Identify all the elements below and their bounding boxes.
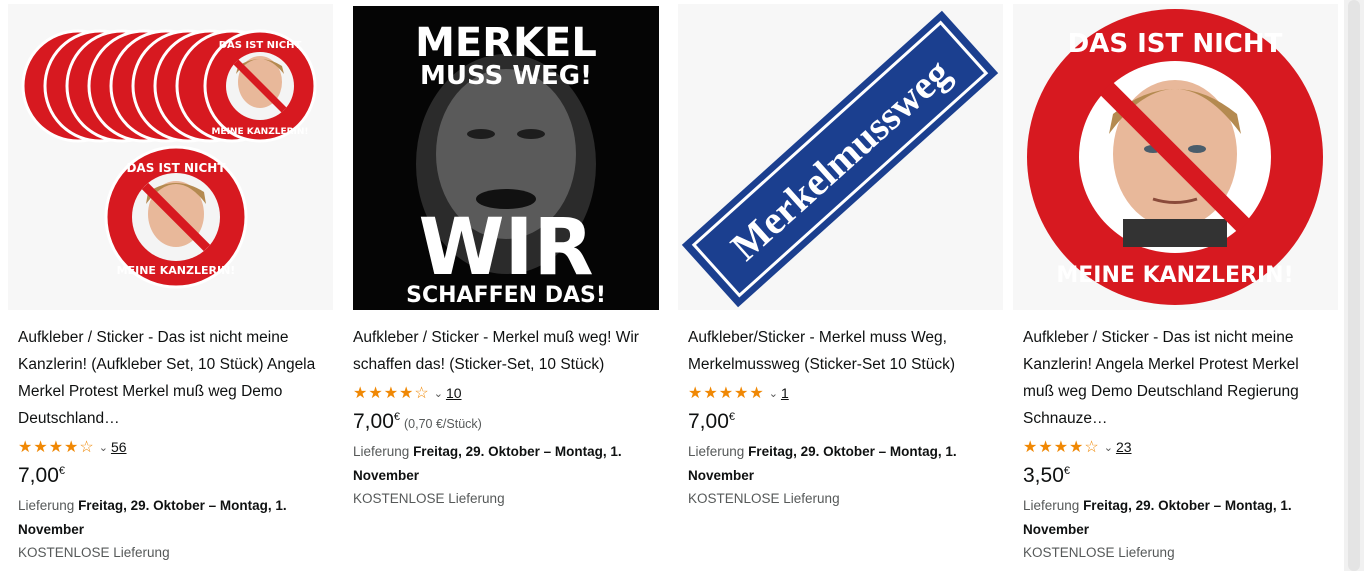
rating-row: ★★★★★ ⌄ 1 <box>688 380 993 406</box>
rating-row: ★★★★☆ ⌄ 10 <box>353 380 658 406</box>
delivery-label: Lieferung <box>1023 498 1080 513</box>
product-title-link[interactable]: Aufkleber / Sticker - Das ist nicht mein… <box>1023 324 1328 432</box>
product-card[interactable]: DAS IST NICHT MEINE KANZLERIN! DAS IST N… <box>8 4 333 571</box>
product-title-link[interactable]: Aufkleber / Sticker - Das ist nicht mein… <box>18 324 323 432</box>
star-rating-icon[interactable]: ★★★★☆ <box>353 383 430 403</box>
product-image[interactable]: DAS IST NICHT MEINE KANZLERIN! <box>1013 4 1338 310</box>
product-grid: DAS IST NICHT MEINE KANZLERIN! DAS IST N… <box>8 4 1338 571</box>
price: 3,50€ <box>1023 464 1070 488</box>
delivery-info: Lieferung Freitag, 29. Oktober – Montag,… <box>688 440 993 488</box>
rating-row: ★★★★☆ ⌄ 23 <box>1023 434 1328 460</box>
price-currency: € <box>58 465 65 477</box>
poster-line-1: MERKEL <box>415 20 597 66</box>
stacked-stickers: DAS IST NICHT MEINE KANZLERIN! <box>21 29 317 143</box>
poster-line-4: SCHAFFEN DAS! <box>406 283 606 308</box>
product-card[interactable]: DAS IST NICHT MEINE KANZLERIN! Aufkleber… <box>1013 4 1338 571</box>
price-value: 7,00 <box>353 410 394 433</box>
shipping-info: KOSTENLOSE Lieferung <box>1023 545 1175 560</box>
delivery-label: Lieferung <box>688 444 745 459</box>
price-currency: € <box>393 411 400 423</box>
rating-count-link[interactable]: 56 <box>111 439 127 455</box>
chevron-down-icon[interactable]: ⌄ <box>1104 441 1113 454</box>
rating-count-link[interactable]: 23 <box>1116 439 1132 455</box>
product-card[interactable]: MERKEL MUSS WEG! WIR SCHAFFEN DAS! Aufkl… <box>343 4 668 571</box>
price-row: 7,00€ <box>18 464 323 492</box>
price: 7,00€ <box>353 410 400 434</box>
sticker-bottom-text: MEINE KANZLERIN! <box>211 127 308 137</box>
price-row: 3,50€ <box>1023 464 1328 492</box>
single-sticker: DAS IST NICHT MEINE KANZLERIN! <box>104 145 248 289</box>
price: 7,00€ <box>688 410 735 434</box>
star-rating-icon[interactable]: ★★★★☆ <box>1023 437 1100 457</box>
price-row: 7,00€ <box>688 410 993 438</box>
delivery-info: Lieferung Freitag, 29. Oktober – Montag,… <box>353 440 658 488</box>
price-currency: € <box>1063 465 1070 477</box>
product-image[interactable]: Merkelmussweg <box>678 4 1003 310</box>
chevron-down-icon[interactable]: ⌄ <box>99 441 108 454</box>
rating-row: ★★★★☆ ⌄ 56 <box>18 434 323 460</box>
chevron-down-icon[interactable]: ⌄ <box>434 387 443 400</box>
sticker-set-image: DAS IST NICHT MEINE KANZLERIN! DAS IST N… <box>21 29 317 289</box>
sign-text: Merkelmussweg <box>722 50 958 269</box>
street-sign-image: Merkelmussweg <box>681 10 999 308</box>
sticker-image: DAS IST NICHT MEINE KANZLERIN! <box>1027 9 1323 305</box>
sticker-top-text: DAS IST NICHT <box>1068 29 1283 59</box>
poster-image: MERKEL MUSS WEG! WIR SCHAFFEN DAS! <box>353 6 659 310</box>
unit-price: (0,70 €/Stück) <box>404 417 482 431</box>
price-value: 3,50 <box>1023 464 1064 487</box>
sticker-top-text: DAS IST NICHT <box>219 40 302 51</box>
shipping-info: KOSTENLOSE Lieferung <box>18 545 170 560</box>
price-currency: € <box>728 411 735 423</box>
price-value: 7,00 <box>18 464 59 487</box>
rating-count-link[interactable]: 1 <box>781 385 789 401</box>
delivery-info: Lieferung Freitag, 29. Oktober – Montag,… <box>18 494 323 542</box>
price-value: 7,00 <box>688 410 729 433</box>
product-image[interactable]: DAS IST NICHT MEINE KANZLERIN! DAS IST N… <box>8 4 333 310</box>
sticker-bottom-text: MEINE KANZLERIN! <box>1056 263 1293 288</box>
delivery-label: Lieferung <box>353 444 410 459</box>
price: 7,00€ <box>18 464 65 488</box>
sticker-top-text: DAS IST NICHT <box>126 161 226 175</box>
product-image[interactable]: MERKEL MUSS WEG! WIR SCHAFFEN DAS! <box>343 4 668 310</box>
poster-line-2: MUSS WEG! <box>420 61 592 91</box>
product-title-link[interactable]: Aufkleber / Sticker - Merkel muß weg! Wi… <box>353 324 658 378</box>
price-row: 7,00€ (0,70 €/Stück) <box>353 410 658 438</box>
star-rating-icon[interactable]: ★★★★★ <box>688 383 765 403</box>
sticker-bottom-text: MEINE KANZLERIN! <box>117 264 236 277</box>
scrollbar[interactable] <box>1344 0 1364 571</box>
star-rating-icon[interactable]: ★★★★☆ <box>18 437 95 457</box>
product-card[interactable]: Merkelmussweg Aufkleber/Sticker - Merkel… <box>678 4 1003 571</box>
product-title-link[interactable]: Aufkleber/Sticker - Merkel muss Weg, Mer… <box>688 324 993 378</box>
delivery-label: Lieferung <box>18 498 75 513</box>
shipping-info: KOSTENLOSE Lieferung <box>353 491 505 506</box>
delivery-info: Lieferung Freitag, 29. Oktober – Montag,… <box>1023 494 1328 542</box>
chevron-down-icon[interactable]: ⌄ <box>769 387 778 400</box>
rating-count-link[interactable]: 10 <box>446 385 462 401</box>
shipping-info: KOSTENLOSE Lieferung <box>688 491 840 506</box>
poster-line-3: WIR <box>418 203 593 293</box>
scrollbar-thumb[interactable] <box>1348 0 1360 571</box>
